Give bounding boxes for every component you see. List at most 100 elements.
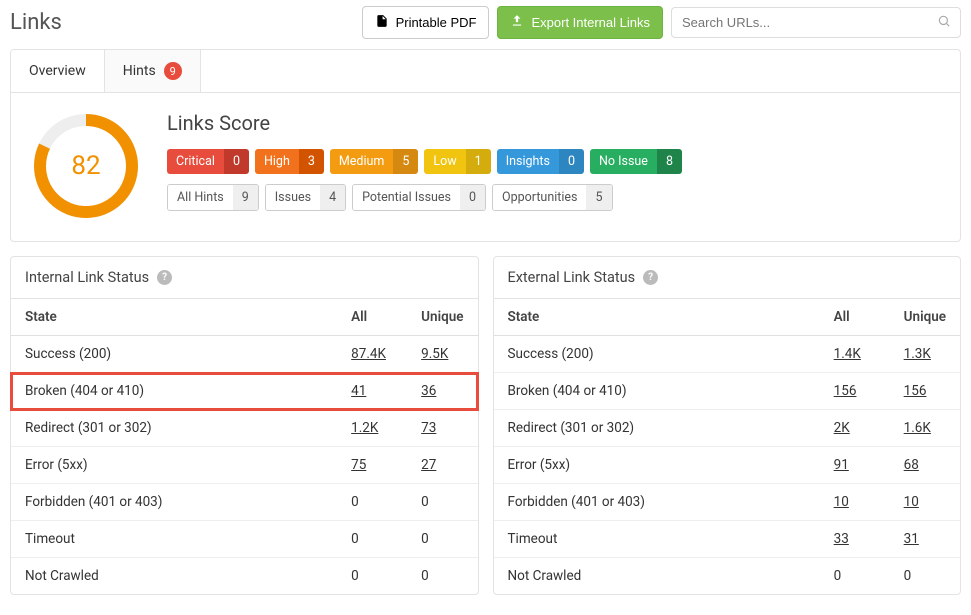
- hint-summary-count: 9: [233, 185, 258, 210]
- all-cell[interactable]: 1.2K: [337, 410, 407, 447]
- state-cell: Broken (404 or 410): [11, 373, 337, 410]
- internal-th-all: All: [337, 299, 407, 336]
- table-row: Redirect (301 or 302)2K1.6K: [494, 410, 961, 447]
- pdf-label: Printable PDF: [396, 15, 477, 30]
- internal-th-state: State: [11, 299, 337, 336]
- table-row: Success (200)87.4K9.5K: [11, 336, 478, 373]
- help-icon[interactable]: ?: [643, 270, 658, 285]
- unique-cell[interactable]: 73: [407, 410, 477, 447]
- unique-cell[interactable]: 1.3K: [890, 336, 960, 373]
- external-th-all: All: [820, 299, 890, 336]
- tab-overview[interactable]: Overview: [11, 50, 105, 92]
- severity-count: 5: [393, 149, 418, 174]
- hint-summary-pill[interactable]: Issues4: [265, 184, 346, 211]
- export-icon: [510, 14, 524, 31]
- table-row: Not Crawled00: [11, 558, 478, 595]
- severity-count: 0: [559, 149, 584, 174]
- table-row: Forbidden (401 or 403)00: [11, 484, 478, 521]
- all-cell[interactable]: 10: [820, 484, 890, 521]
- state-cell: Forbidden (401 or 403): [11, 484, 337, 521]
- unique-cell[interactable]: 10: [890, 484, 960, 521]
- unique-cell: 0: [407, 521, 477, 558]
- hint-summary-pill[interactable]: Opportunities5: [492, 184, 612, 211]
- export-label: Export Internal Links: [531, 15, 650, 30]
- hint-summary-count: 4: [320, 185, 345, 210]
- all-cell[interactable]: 33: [820, 521, 890, 558]
- severity-pill-insights[interactable]: Insights0: [497, 149, 584, 174]
- unique-cell[interactable]: 9.5K: [407, 336, 477, 373]
- severity-pill-row: Critical0High3Medium5Low1 Insights0No Iss…: [167, 149, 940, 174]
- search-icon[interactable]: [937, 14, 951, 32]
- table-row: Forbidden (401 or 403)1010: [494, 484, 961, 521]
- unique-cell[interactable]: 68: [890, 447, 960, 484]
- state-cell: Success (200): [494, 336, 820, 373]
- severity-label: No Issue: [590, 149, 657, 174]
- severity-pill-high[interactable]: High3: [255, 149, 324, 174]
- tab-hints-label: Hints: [123, 63, 156, 79]
- state-cell: Timeout: [11, 521, 337, 558]
- all-cell: 0: [820, 558, 890, 595]
- hint-summary-pill[interactable]: All Hints9: [167, 184, 259, 211]
- unique-cell: 0: [407, 558, 477, 595]
- page-title: Links: [10, 10, 62, 35]
- hint-summary-pill[interactable]: Potential Issues0: [352, 184, 486, 211]
- unique-cell[interactable]: 156: [890, 373, 960, 410]
- all-cell[interactable]: 156: [820, 373, 890, 410]
- external-th-unique: Unique: [890, 299, 960, 336]
- internal-th-unique: Unique: [407, 299, 477, 336]
- internal-title: Internal Link Status: [25, 269, 149, 286]
- severity-label: High: [255, 149, 299, 174]
- score-value: 82: [31, 111, 141, 221]
- severity-pill-critical[interactable]: Critical0: [167, 149, 249, 174]
- export-internal-links-button[interactable]: Export Internal Links: [497, 6, 663, 39]
- state-cell: Forbidden (401 or 403): [494, 484, 820, 521]
- pdf-icon: [375, 14, 389, 31]
- hint-summary-count: 5: [586, 185, 611, 210]
- state-cell: Redirect (301 or 302): [11, 410, 337, 447]
- table-row: Timeout00: [11, 521, 478, 558]
- severity-pill-medium[interactable]: Medium5: [330, 149, 419, 174]
- severity-pill-noissue[interactable]: No Issue8: [590, 149, 682, 174]
- unique-cell[interactable]: 36: [407, 373, 477, 410]
- severity-label: Low: [424, 149, 465, 174]
- state-cell: Not Crawled: [11, 558, 337, 595]
- all-cell: 0: [337, 521, 407, 558]
- table-row: Broken (404 or 410)156156: [494, 373, 961, 410]
- hint-summary-count: 0: [460, 185, 485, 210]
- all-cell[interactable]: 2K: [820, 410, 890, 447]
- hints-count-badge: 9: [164, 62, 182, 80]
- unique-cell[interactable]: 1.6K: [890, 410, 960, 447]
- state-cell: Not Crawled: [494, 558, 820, 595]
- severity-pill-low[interactable]: Low1: [424, 149, 490, 174]
- unique-cell[interactable]: 27: [407, 447, 477, 484]
- severity-count: 8: [657, 149, 682, 174]
- table-row: Not Crawled00: [494, 558, 961, 595]
- hint-summary-label: Issues: [266, 185, 320, 210]
- table-row: Timeout3331: [494, 521, 961, 558]
- unique-cell: 0: [890, 558, 960, 595]
- all-cell[interactable]: 1.4K: [820, 336, 890, 373]
- severity-label: Medium: [330, 149, 393, 174]
- all-cell[interactable]: 41: [337, 373, 407, 410]
- printable-pdf-button[interactable]: Printable PDF: [362, 6, 490, 39]
- search-wrap: [671, 7, 961, 38]
- hint-summary-label: All Hints: [168, 185, 233, 210]
- all-cell[interactable]: 75: [337, 447, 407, 484]
- all-cell[interactable]: 87.4K: [337, 336, 407, 373]
- unique-cell[interactable]: 31: [890, 521, 960, 558]
- state-cell: Broken (404 or 410): [494, 373, 820, 410]
- external-link-status-panel: External Link Status ? State All Unique …: [493, 256, 962, 595]
- table-row: Broken (404 or 410)4136: [11, 373, 478, 410]
- score-panel: 82 Links Score Critical0High3Medium5Low1…: [10, 93, 961, 242]
- table-row: Error (5xx)7527: [11, 447, 478, 484]
- tab-hints[interactable]: Hints 9: [105, 50, 201, 92]
- state-cell: Error (5xx): [11, 447, 337, 484]
- search-input[interactable]: [671, 7, 961, 38]
- severity-count: 0: [224, 149, 249, 174]
- help-icon[interactable]: ?: [157, 270, 172, 285]
- state-cell: Timeout: [494, 521, 820, 558]
- tab-overview-label: Overview: [29, 63, 86, 79]
- tabs: Overview Hints 9: [10, 49, 961, 93]
- all-cell[interactable]: 91: [820, 447, 890, 484]
- all-cell: 0: [337, 558, 407, 595]
